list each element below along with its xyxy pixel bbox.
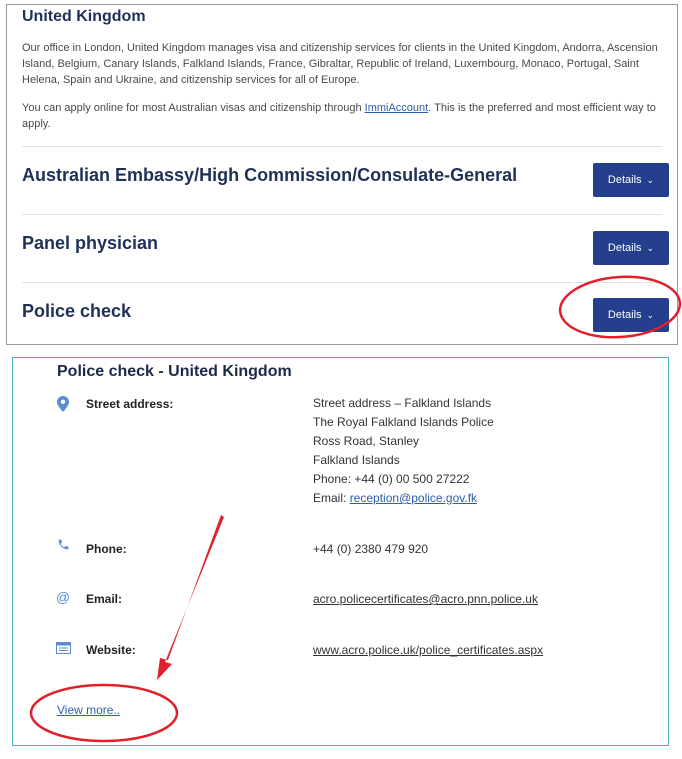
street-line: Falkland Islands <box>313 453 400 467</box>
email-label: Email: <box>86 592 123 606</box>
details-label: Details <box>607 174 642 186</box>
divider <box>22 146 662 147</box>
police-check-title: Police check - United Kingdom <box>57 363 292 380</box>
street-email-line: Email: reception@police.gov.fk <box>313 489 494 508</box>
phone-icon <box>55 538 71 554</box>
phone-label: Phone: <box>86 542 127 556</box>
immiaccount-link[interactable]: ImmiAccount <box>365 102 429 114</box>
divider <box>22 282 662 283</box>
street-line: Phone: +44 (0) 00 500 27222 <box>313 472 470 486</box>
street-address-label: Street address: <box>86 397 174 411</box>
street-email-link[interactable]: reception@police.gov.fk <box>350 491 477 505</box>
police-check-panel: Police check - United Kingdom Street add… <box>12 357 669 746</box>
section-title-police-check: Police check <box>22 301 132 321</box>
website-label: Website: <box>86 643 136 657</box>
apply-paragraph: You can apply online for most Australian… <box>22 100 662 132</box>
chevron-down-icon: ⌄ <box>646 174 655 185</box>
section-title-panel-physician: Panel physician <box>22 233 159 253</box>
section-title-embassy: Australian Embassy/High Commission/Consu… <box>22 165 518 185</box>
panel-physician-details-button[interactable]: Details ⌄ <box>593 231 669 265</box>
details-label: Details <box>607 309 642 321</box>
details-label: Details <box>607 242 642 254</box>
street-line: Ross Road, Stanley <box>313 434 420 448</box>
browser-window-icon <box>55 641 71 657</box>
phone-value: +44 (0) 2380 479 920 <box>313 542 429 556</box>
divider <box>22 214 662 215</box>
apply-text-before: You can apply online for most Australian… <box>22 102 365 114</box>
country-panel: United Kingdom Our office in London, Uni… <box>6 4 678 345</box>
email-link[interactable]: acro.policecertificates@acro.pnn.police.… <box>313 590 538 609</box>
chevron-down-icon: ⌄ <box>646 309 655 320</box>
location-pin-icon <box>55 396 71 412</box>
country-description: Our office in London, United Kingdom man… <box>22 42 658 86</box>
embassy-details-button[interactable]: Details ⌄ <box>593 163 669 197</box>
police-check-details-button[interactable]: Details ⌄ <box>593 298 669 332</box>
at-sign-icon: @ <box>55 589 71 605</box>
view-more-link[interactable]: View more.. <box>57 703 120 717</box>
street-line: The Royal Falkland Islands Police <box>313 415 494 429</box>
street-address-value: Street address – Falkland Islands The Ro… <box>313 394 494 508</box>
street-email-prefix: Email: <box>313 491 350 505</box>
country-title: United Kingdom <box>22 8 146 25</box>
chevron-down-icon: ⌄ <box>646 242 655 253</box>
website-link[interactable]: www.acro.police.uk/police_certificates.a… <box>313 641 543 660</box>
street-line: Street address – Falkland Islands <box>313 396 492 410</box>
